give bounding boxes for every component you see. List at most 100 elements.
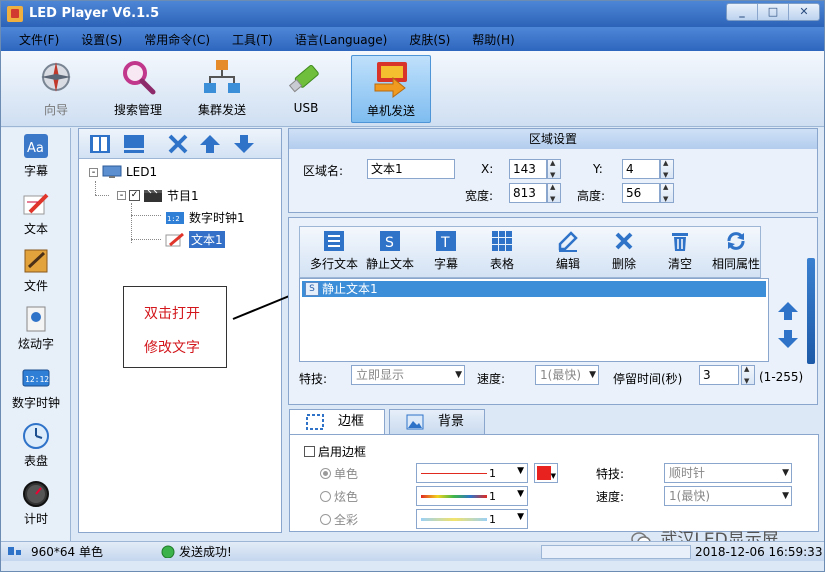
height-spinner[interactable] <box>660 183 674 203</box>
maximize-button[interactable]: □ <box>758 4 789 20</box>
app-logo-icon <box>7 6 23 22</box>
sidebar-item-file[interactable]: 文件 <box>1 247 71 294</box>
list-item[interactable]: S 静止文本1 <box>302 281 766 297</box>
tree-node-digital-clock[interactable]: 1:2 数字时钟1 <box>165 209 245 226</box>
menu-skin[interactable]: 皮肤(S) <box>409 29 450 50</box>
enable-border-checkbox[interactable]: 启用边框 <box>304 443 366 460</box>
sidebar-item-text[interactable]: 文本 <box>1 190 71 237</box>
annotation-box: 双击打开 修改文字 <box>123 286 227 368</box>
dynamic-text-icon <box>22 305 50 333</box>
delete-button[interactable]: 删除 <box>596 230 652 272</box>
area-layout-icon[interactable] <box>123 134 145 154</box>
sidebar-item-timer[interactable]: 计时 <box>1 480 71 527</box>
magnifier-icon <box>118 57 158 97</box>
tree-node-text[interactable]: 文本1 <box>165 231 225 248</box>
region-name-input[interactable]: 文本1 <box>367 159 455 179</box>
border-line-select-3[interactable]: 1 ▼ <box>416 509 528 529</box>
radio-label: 炫色 <box>334 490 359 504</box>
menu-common-commands[interactable]: 常用命令(C) <box>144 29 210 50</box>
width-input[interactable]: 813 <box>509 183 547 203</box>
font-icon: Aa <box>22 132 50 160</box>
subtitle-button[interactable]: T 字幕 <box>418 230 474 272</box>
border-effect-select[interactable]: 顺时针 <box>664 463 792 483</box>
table-grid-icon <box>491 230 513 252</box>
table-button[interactable]: 表格 <box>474 230 530 272</box>
sidebar-label-timer: 计时 <box>23 512 48 526</box>
static-text-button[interactable]: S 静止文本 <box>362 230 418 272</box>
x-input[interactable]: 143 <box>509 159 547 179</box>
tree-node-program[interactable]: - ✓ 节目1 <box>117 187 199 204</box>
speed-select[interactable]: 1(最快) <box>535 365 599 385</box>
border-line-select-2[interactable]: 1 ▼ <box>416 486 528 506</box>
menu-help[interactable]: 帮助(H) <box>472 29 514 50</box>
checkbox-checked-icon[interactable]: ✓ <box>129 190 140 201</box>
single-send-label: 单机发送 <box>366 104 415 118</box>
digital-clock-icon: 1:2 <box>165 211 185 225</box>
menu-file[interactable]: 文件(F) <box>19 29 59 50</box>
height-input[interactable]: 56 <box>622 183 660 203</box>
resolution-icon <box>7 544 25 560</box>
width-spinner[interactable] <box>547 183 561 203</box>
y-spinner[interactable] <box>660 159 674 179</box>
close-button[interactable]: ✕ <box>789 4 819 20</box>
sidebar-label-text: 文本 <box>23 222 48 236</box>
enable-border-label: 启用边框 <box>318 445 367 459</box>
annotation-line-2: 修改文字 <box>144 340 200 356</box>
multiline-text-button[interactable]: 多行文本 <box>306 230 362 272</box>
film-icon[interactable] <box>89 134 111 154</box>
minimize-button[interactable]: _ <box>727 4 758 20</box>
color-picker[interactable]: ▼ <box>534 463 558 483</box>
picture-icon <box>406 414 424 430</box>
move-up-icon[interactable] <box>777 300 799 322</box>
title-bar: LED Player V6.1.5 _ □ ✕ <box>1 1 824 27</box>
y-label: Y: <box>593 162 603 176</box>
effect-select[interactable]: 立即显示 <box>351 365 465 385</box>
tree-node-screen[interactable]: - LED1 <box>89 165 157 179</box>
stay-time-spinner[interactable] <box>741 365 755 385</box>
sidebar-item-subtitle[interactable]: Aa 字幕 <box>1 132 71 179</box>
scrollbar[interactable] <box>807 258 815 364</box>
tree-node-label: 数字时钟1 <box>189 211 245 225</box>
single-send-button[interactable]: 单机发送 <box>351 55 431 123</box>
border-line-select-1[interactable]: 1 ▼ <box>416 463 528 483</box>
tab-border[interactable]: 边框 <box>289 409 385 435</box>
stay-time-input[interactable]: 3 <box>699 365 739 385</box>
x-spinner[interactable] <box>547 159 561 179</box>
dial-icon <box>22 422 50 450</box>
content-panel: 多行文本 S 静止文本 T 字幕 表格 编辑 删除 清空 相同属性 S 静止文本… <box>288 217 818 405</box>
border-speed-select[interactable]: 1(最快) <box>664 486 792 506</box>
move-down-icon[interactable] <box>777 328 799 350</box>
y-input[interactable]: 4 <box>622 159 660 179</box>
menu-language[interactable]: 语言(Language) <box>295 29 388 50</box>
sidebar-item-digital-clock[interactable]: 12:12 数字时钟 <box>1 364 71 411</box>
sidebar-item-dynamic-text[interactable]: 炫动字 <box>1 305 71 352</box>
menu-settings[interactable]: 设置(S) <box>81 29 122 50</box>
move-up-icon[interactable] <box>199 134 221 154</box>
wizard-button[interactable]: 向导 <box>19 55 93 123</box>
chevron-down-icon: ▼ <box>517 512 524 522</box>
cluster-send-button[interactable]: 集群发送 <box>185 55 259 123</box>
radio-single-color[interactable]: 单色 <box>320 465 358 482</box>
collapse-icon[interactable]: - <box>89 167 98 177</box>
svg-text:12:12: 12:12 <box>25 375 49 384</box>
usb-button[interactable]: USB <box>269 55 343 123</box>
clear-button[interactable]: 清空 <box>652 230 708 272</box>
radio-dazzle-color[interactable]: 炫色 <box>320 488 358 505</box>
edit-button[interactable]: 编辑 <box>540 230 596 272</box>
wizard-label: 向导 <box>43 103 68 117</box>
checkbox-unchecked-icon <box>304 446 315 457</box>
tab-background[interactable]: 背景 <box>389 409 485 435</box>
same-attributes-button[interactable]: 相同属性 <box>708 230 764 272</box>
move-down-icon[interactable] <box>233 134 255 154</box>
radio-full-color[interactable]: 全彩 <box>320 511 358 528</box>
tree-connector <box>95 181 96 195</box>
edit-icon <box>557 230 579 252</box>
multiline-text-icon <box>323 230 345 252</box>
tree-connector <box>131 203 132 243</box>
delete-x-icon[interactable] <box>167 134 189 154</box>
svg-text:1:2: 1:2 <box>167 215 180 223</box>
sidebar-item-dial[interactable]: 表盘 <box>1 422 71 469</box>
menu-tools[interactable]: 工具(T) <box>232 29 273 50</box>
collapse-icon[interactable]: - <box>117 191 126 201</box>
search-manage-button[interactable]: 搜索管理 <box>101 55 175 123</box>
